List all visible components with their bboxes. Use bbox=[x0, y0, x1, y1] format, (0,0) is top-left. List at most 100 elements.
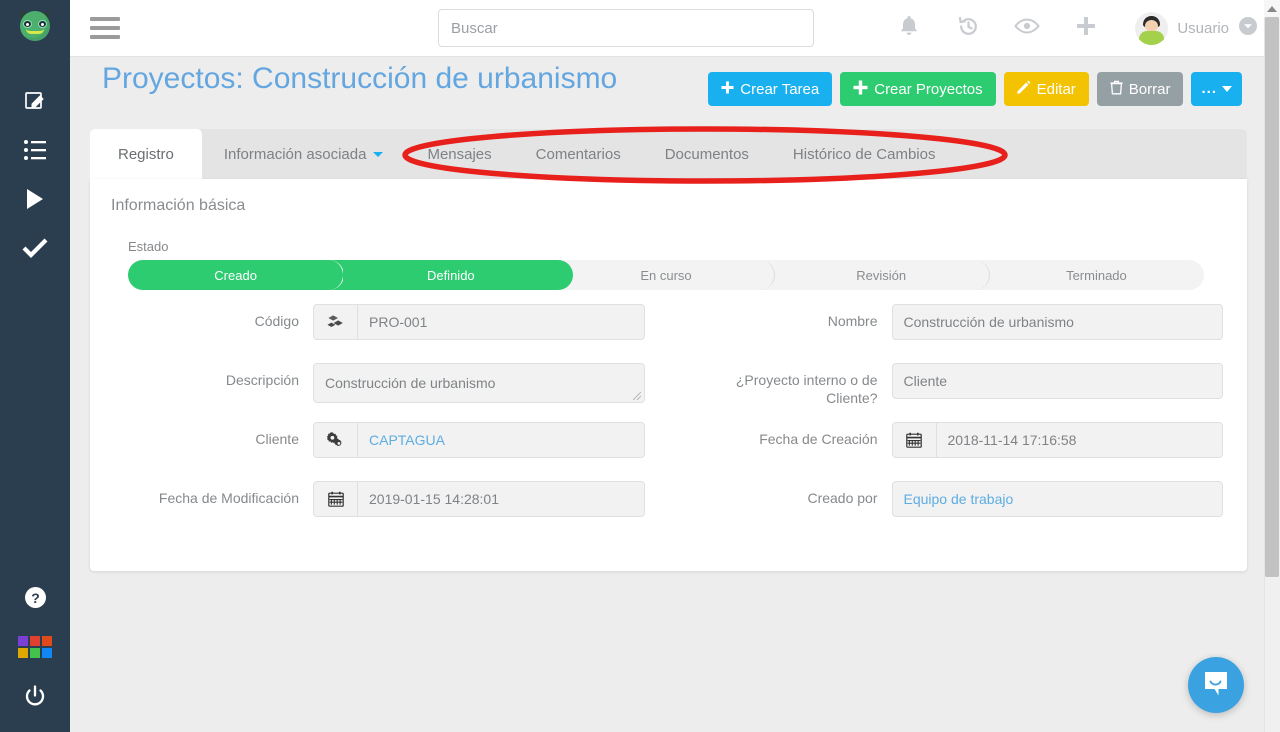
form-grid: Código PRO-001 Nombre Construcción de ur… bbox=[90, 304, 1247, 540]
sidebar-item-power[interactable] bbox=[0, 671, 70, 720]
field-fecha-modificacion: Fecha de Modificación 2019-01-15 14:28:0… bbox=[90, 481, 669, 540]
user-menu[interactable]: Usuario bbox=[1135, 0, 1258, 57]
calendar-icon bbox=[314, 482, 358, 516]
list-icon bbox=[23, 139, 47, 161]
menu-toggle-button[interactable] bbox=[90, 14, 122, 42]
status-step-en-curso[interactable]: En curso bbox=[558, 260, 775, 290]
status-step-separator bbox=[757, 260, 775, 290]
fecha-creacion-input[interactable]: 2018-11-14 17:16:58 bbox=[891, 422, 1223, 458]
field-label: Descripción bbox=[225, 372, 299, 388]
history-icon bbox=[957, 15, 980, 43]
field-cliente: Cliente CAPTAGUA bbox=[90, 422, 669, 481]
history-button[interactable] bbox=[944, 0, 992, 57]
trash-icon bbox=[1110, 80, 1123, 99]
resize-handle-icon[interactable] bbox=[630, 389, 642, 401]
sidebar-item-apps[interactable] bbox=[0, 622, 70, 671]
search-input[interactable] bbox=[438, 9, 814, 47]
tab-comentarios[interactable]: Comentarios bbox=[514, 129, 643, 179]
field-label: ¿Proyecto interno o de Cliente? bbox=[735, 372, 878, 406]
question-circle-icon: ? bbox=[24, 586, 47, 609]
page-scrollbar-track[interactable] bbox=[1264, 0, 1280, 732]
chevron-down-icon bbox=[1238, 16, 1258, 41]
field-label: Fecha de Creación bbox=[759, 431, 878, 447]
field-codigo: Código PRO-001 bbox=[90, 304, 669, 363]
top-bar: Usuario bbox=[70, 0, 1280, 57]
app-logo[interactable] bbox=[0, 0, 70, 52]
hamburger-line bbox=[90, 35, 120, 39]
calendar-icon bbox=[893, 423, 937, 457]
play-icon bbox=[24, 187, 46, 211]
more-actions-label: ... bbox=[1201, 80, 1217, 97]
status-step-label: Terminado bbox=[1066, 267, 1127, 283]
bell-icon bbox=[898, 14, 920, 43]
user-name-label: Usuario bbox=[1177, 20, 1229, 37]
status-progress-bar: Creado Definido En curso Revisión Termin… bbox=[128, 260, 1204, 290]
tab-informacion-asociada[interactable]: Información asociada bbox=[202, 129, 406, 179]
more-actions-button[interactable]: ... bbox=[1191, 72, 1242, 106]
sidebar-item-play[interactable] bbox=[0, 174, 70, 223]
status-step-definido[interactable]: Definido bbox=[343, 260, 574, 290]
caret-up-icon bbox=[1267, 5, 1277, 12]
button-label: Crear Tarea bbox=[740, 80, 820, 98]
tab-historico-de-cambios[interactable]: Histórico de Cambios bbox=[771, 129, 958, 179]
field-label: Cliente bbox=[255, 431, 299, 447]
cubes-icon bbox=[314, 305, 358, 339]
creado-por-value[interactable]: Equipo de trabajo bbox=[893, 482, 1223, 516]
proyecto-interno-input[interactable]: Cliente bbox=[891, 363, 1223, 399]
svg-text:?: ? bbox=[31, 590, 40, 606]
edit-button[interactable]: Editar bbox=[1003, 72, 1089, 106]
sidebar-item-edit[interactable] bbox=[0, 76, 70, 125]
tab-registro[interactable]: Registro bbox=[90, 129, 202, 179]
sidebar-item-help[interactable]: ? bbox=[0, 573, 70, 622]
codigo-input[interactable]: PRO-001 bbox=[313, 304, 645, 340]
eye-icon bbox=[1014, 17, 1040, 40]
status-step-label: En curso bbox=[640, 267, 692, 283]
proyecto-interno-value: Cliente bbox=[903, 373, 948, 389]
content-card: Información básica Estado Creado Definid… bbox=[90, 179, 1247, 571]
sidebar-item-check[interactable] bbox=[0, 223, 70, 272]
estado-label: Estado bbox=[128, 239, 169, 254]
left-sidebar: ? bbox=[0, 0, 70, 732]
delete-button[interactable]: Borrar bbox=[1096, 72, 1184, 106]
hamburger-line bbox=[90, 26, 120, 30]
page-action-buttons: Crear Tarea Crear Proyectos Editar Borra… bbox=[708, 72, 1242, 106]
hamburger-line bbox=[90, 17, 120, 21]
chat-bubble-smile-icon bbox=[1201, 668, 1231, 703]
scrollbar-up-arrow[interactable] bbox=[1264, 0, 1280, 17]
check-icon bbox=[22, 237, 48, 259]
page-title: Proyectos: Construcción de urbanismo bbox=[102, 62, 618, 95]
sidebar-item-list[interactable] bbox=[0, 125, 70, 174]
caret-down-icon bbox=[1222, 86, 1232, 92]
edit-icon bbox=[23, 89, 47, 113]
field-label: Fecha de Modificación bbox=[158, 490, 299, 506]
intercom-chat-button[interactable] bbox=[1188, 657, 1244, 713]
tab-label: Comentarios bbox=[535, 145, 621, 163]
watch-button[interactable] bbox=[1003, 0, 1051, 57]
cliente-input[interactable]: CAPTAGUA bbox=[313, 422, 645, 458]
add-button[interactable] bbox=[1062, 0, 1110, 57]
status-step-terminado[interactable]: Terminado bbox=[989, 260, 1204, 290]
tab-documentos[interactable]: Documentos bbox=[643, 129, 771, 179]
creado-por-input[interactable]: Equipo de trabajo bbox=[891, 481, 1223, 517]
status-step-label: Creado bbox=[214, 267, 257, 283]
tab-label: Registro bbox=[118, 145, 174, 163]
create-task-button[interactable]: Crear Tarea bbox=[708, 72, 833, 106]
status-step-separator bbox=[326, 260, 345, 290]
field-fecha-creacion: Fecha de Creación 2018-11-14 17:16:58 bbox=[669, 422, 1248, 481]
nombre-value: Construcción de urbanismo bbox=[903, 314, 1074, 330]
status-step-creado[interactable]: Creado bbox=[128, 260, 345, 290]
nombre-input[interactable]: Construcción de urbanismo bbox=[891, 304, 1223, 340]
button-label: Borrar bbox=[1128, 80, 1171, 98]
cliente-value[interactable]: CAPTAGUA bbox=[358, 423, 644, 457]
plus-icon bbox=[1074, 14, 1098, 43]
tab-mensajes[interactable]: Mensajes bbox=[405, 129, 513, 179]
notifications-button[interactable] bbox=[885, 0, 933, 57]
fecha-modificacion-input[interactable]: 2019-01-15 14:28:01 bbox=[313, 481, 645, 517]
descripcion-textarea[interactable]: Construcción de urbanismo bbox=[313, 363, 645, 403]
status-step-revision[interactable]: Revisión bbox=[774, 260, 990, 290]
create-project-button[interactable]: Crear Proyectos bbox=[840, 72, 996, 106]
scrollbar-thumb[interactable] bbox=[1265, 17, 1279, 577]
field-nombre: Nombre Construcción de urbanismo bbox=[669, 304, 1248, 363]
avatar bbox=[1135, 12, 1169, 45]
status-step-label: Revisión bbox=[856, 267, 907, 283]
